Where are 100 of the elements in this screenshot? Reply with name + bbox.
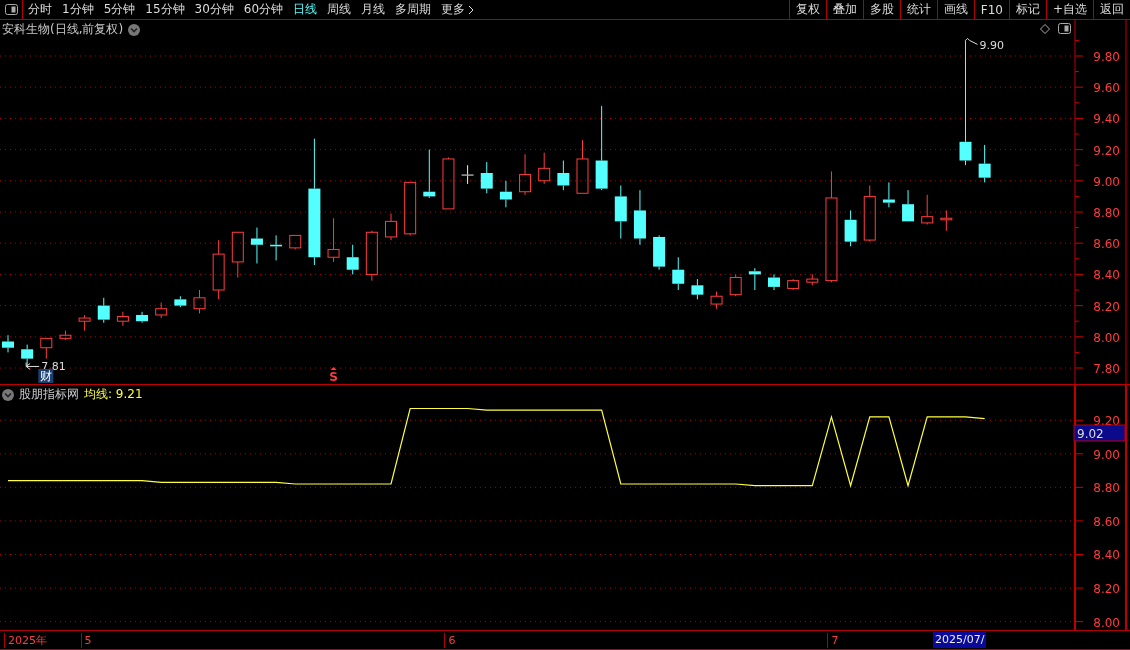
candlestick <box>78 314 91 332</box>
candlestick <box>270 234 283 261</box>
candlestick <box>614 185 627 239</box>
chart-title: 安科生物(日线,前复权) <box>2 21 124 38</box>
axis-label: 8.60 <box>1093 514 1120 529</box>
panel-icon[interactable] <box>4 4 18 15</box>
period-tab[interactable]: 60分钟 <box>238 0 289 19</box>
candlestick <box>672 256 685 291</box>
candlestick <box>882 181 895 208</box>
candlestick <box>844 209 857 247</box>
axis-label: 8.80 <box>1093 206 1120 220</box>
candlestick <box>40 337 53 360</box>
candlestick <box>174 295 187 308</box>
price-label: 9.90 <box>979 39 1004 53</box>
period-tab[interactable]: 多周期 <box>390 0 437 19</box>
period-tab[interactable]: 更多 <box>436 0 480 19</box>
toolbar-button[interactable]: +自选 <box>1045 0 1093 19</box>
candlestick <box>423 149 436 199</box>
candlestick <box>940 209 953 232</box>
candlestick <box>787 278 800 291</box>
candlestick <box>365 230 378 282</box>
candlestick <box>59 330 72 341</box>
candlestick <box>710 291 723 310</box>
cursor-date: 2025/07/ <box>933 632 987 648</box>
period-tab[interactable]: 月线 <box>356 0 391 19</box>
candlestick <box>404 181 417 236</box>
date-label: 2025年 <box>4 633 47 648</box>
axis-label: 8.00 <box>1093 615 1120 630</box>
candlestick <box>116 311 129 327</box>
candlestick <box>576 139 589 194</box>
axis-label: 9.80 <box>1093 50 1120 64</box>
panel-icon[interactable] <box>1058 23 1071 34</box>
period-tab[interactable]: 5分钟 <box>98 0 141 19</box>
candlestick <box>346 244 359 275</box>
candlestick <box>442 156 455 210</box>
candlestick <box>863 185 876 243</box>
candlestick <box>978 144 991 183</box>
candlestick <box>193 289 206 314</box>
axis-label: 8.60 <box>1093 237 1120 252</box>
toolbar-button[interactable]: 返回 <box>1093 0 1130 19</box>
candlestick <box>902 189 915 222</box>
candlestick <box>2 334 14 353</box>
period-tab[interactable]: 分时 <box>23 0 57 19</box>
diamond-icon[interactable] <box>1040 23 1050 34</box>
leader-line <box>25 361 40 370</box>
candlestick <box>748 267 761 291</box>
axis-label: 9.60 <box>1093 81 1120 96</box>
candlestick <box>385 213 397 241</box>
period-tab[interactable]: 1分钟 <box>57 0 99 19</box>
axis-label: 8.00 <box>1093 330 1120 345</box>
candlestick <box>231 231 244 278</box>
candlestick <box>519 153 532 196</box>
toolbar-button[interactable]: 多股 <box>862 0 900 19</box>
candlestick <box>289 234 302 250</box>
candlestick <box>21 344 34 367</box>
candlestick <box>768 273 780 291</box>
dropdown-icon[interactable] <box>2 388 14 401</box>
axis-label: 8.20 <box>1093 299 1120 314</box>
candlestick <box>691 278 704 300</box>
period-tab[interactable]: 日线 <box>288 0 323 19</box>
axis-label: 8.20 <box>1093 582 1120 597</box>
period-tab[interactable]: 周线 <box>322 0 357 19</box>
candlestick <box>499 180 512 208</box>
axis-label: 7.80 <box>1093 362 1120 376</box>
candlestick <box>155 302 168 319</box>
candlestick <box>653 234 666 271</box>
indicator-legend: 均线: 9.21 <box>84 386 143 403</box>
toolbar-button[interactable]: 标记 <box>1008 0 1046 19</box>
toolbar-button[interactable]: 叠加 <box>825 0 863 19</box>
candlestick <box>327 217 340 263</box>
candlestick <box>806 273 819 286</box>
date-label: 6 <box>444 633 456 648</box>
candlestick <box>136 311 149 324</box>
toolbar-button[interactable]: 复权 <box>788 0 826 19</box>
value-tag: 9.02 <box>1073 424 1126 442</box>
chevron-right-icon <box>468 4 475 15</box>
date-label: 5 <box>80 633 92 648</box>
candlestick <box>212 239 225 300</box>
candlestick <box>729 273 742 297</box>
toolbar-button[interactable]: 画线 <box>936 0 974 19</box>
candlestick <box>461 164 474 185</box>
axis-label: 9.00 <box>1093 447 1120 462</box>
axis-label: 8.80 <box>1093 481 1120 496</box>
toolbar-button[interactable]: 统计 <box>899 0 937 19</box>
candlestick <box>538 152 551 185</box>
leader-line <box>965 37 978 45</box>
date-label: 7 <box>827 633 839 648</box>
candlestick <box>97 297 110 324</box>
candlestick <box>250 227 263 264</box>
indicator-name: 股朋指标网 <box>19 386 79 403</box>
axis-label: 8.40 <box>1093 268 1120 283</box>
axis-label: 9.00 <box>1093 174 1120 189</box>
period-tab[interactable]: 15分钟 <box>140 0 190 19</box>
period-tab[interactable]: 30分钟 <box>189 0 239 19</box>
candlestick <box>557 160 570 191</box>
dropdown-icon[interactable] <box>128 23 141 36</box>
toolbar-button[interactable]: F10 <box>973 0 1009 19</box>
candlestick <box>633 189 646 246</box>
candlestick <box>921 194 934 225</box>
axis-label: 9.20 <box>1093 143 1120 158</box>
